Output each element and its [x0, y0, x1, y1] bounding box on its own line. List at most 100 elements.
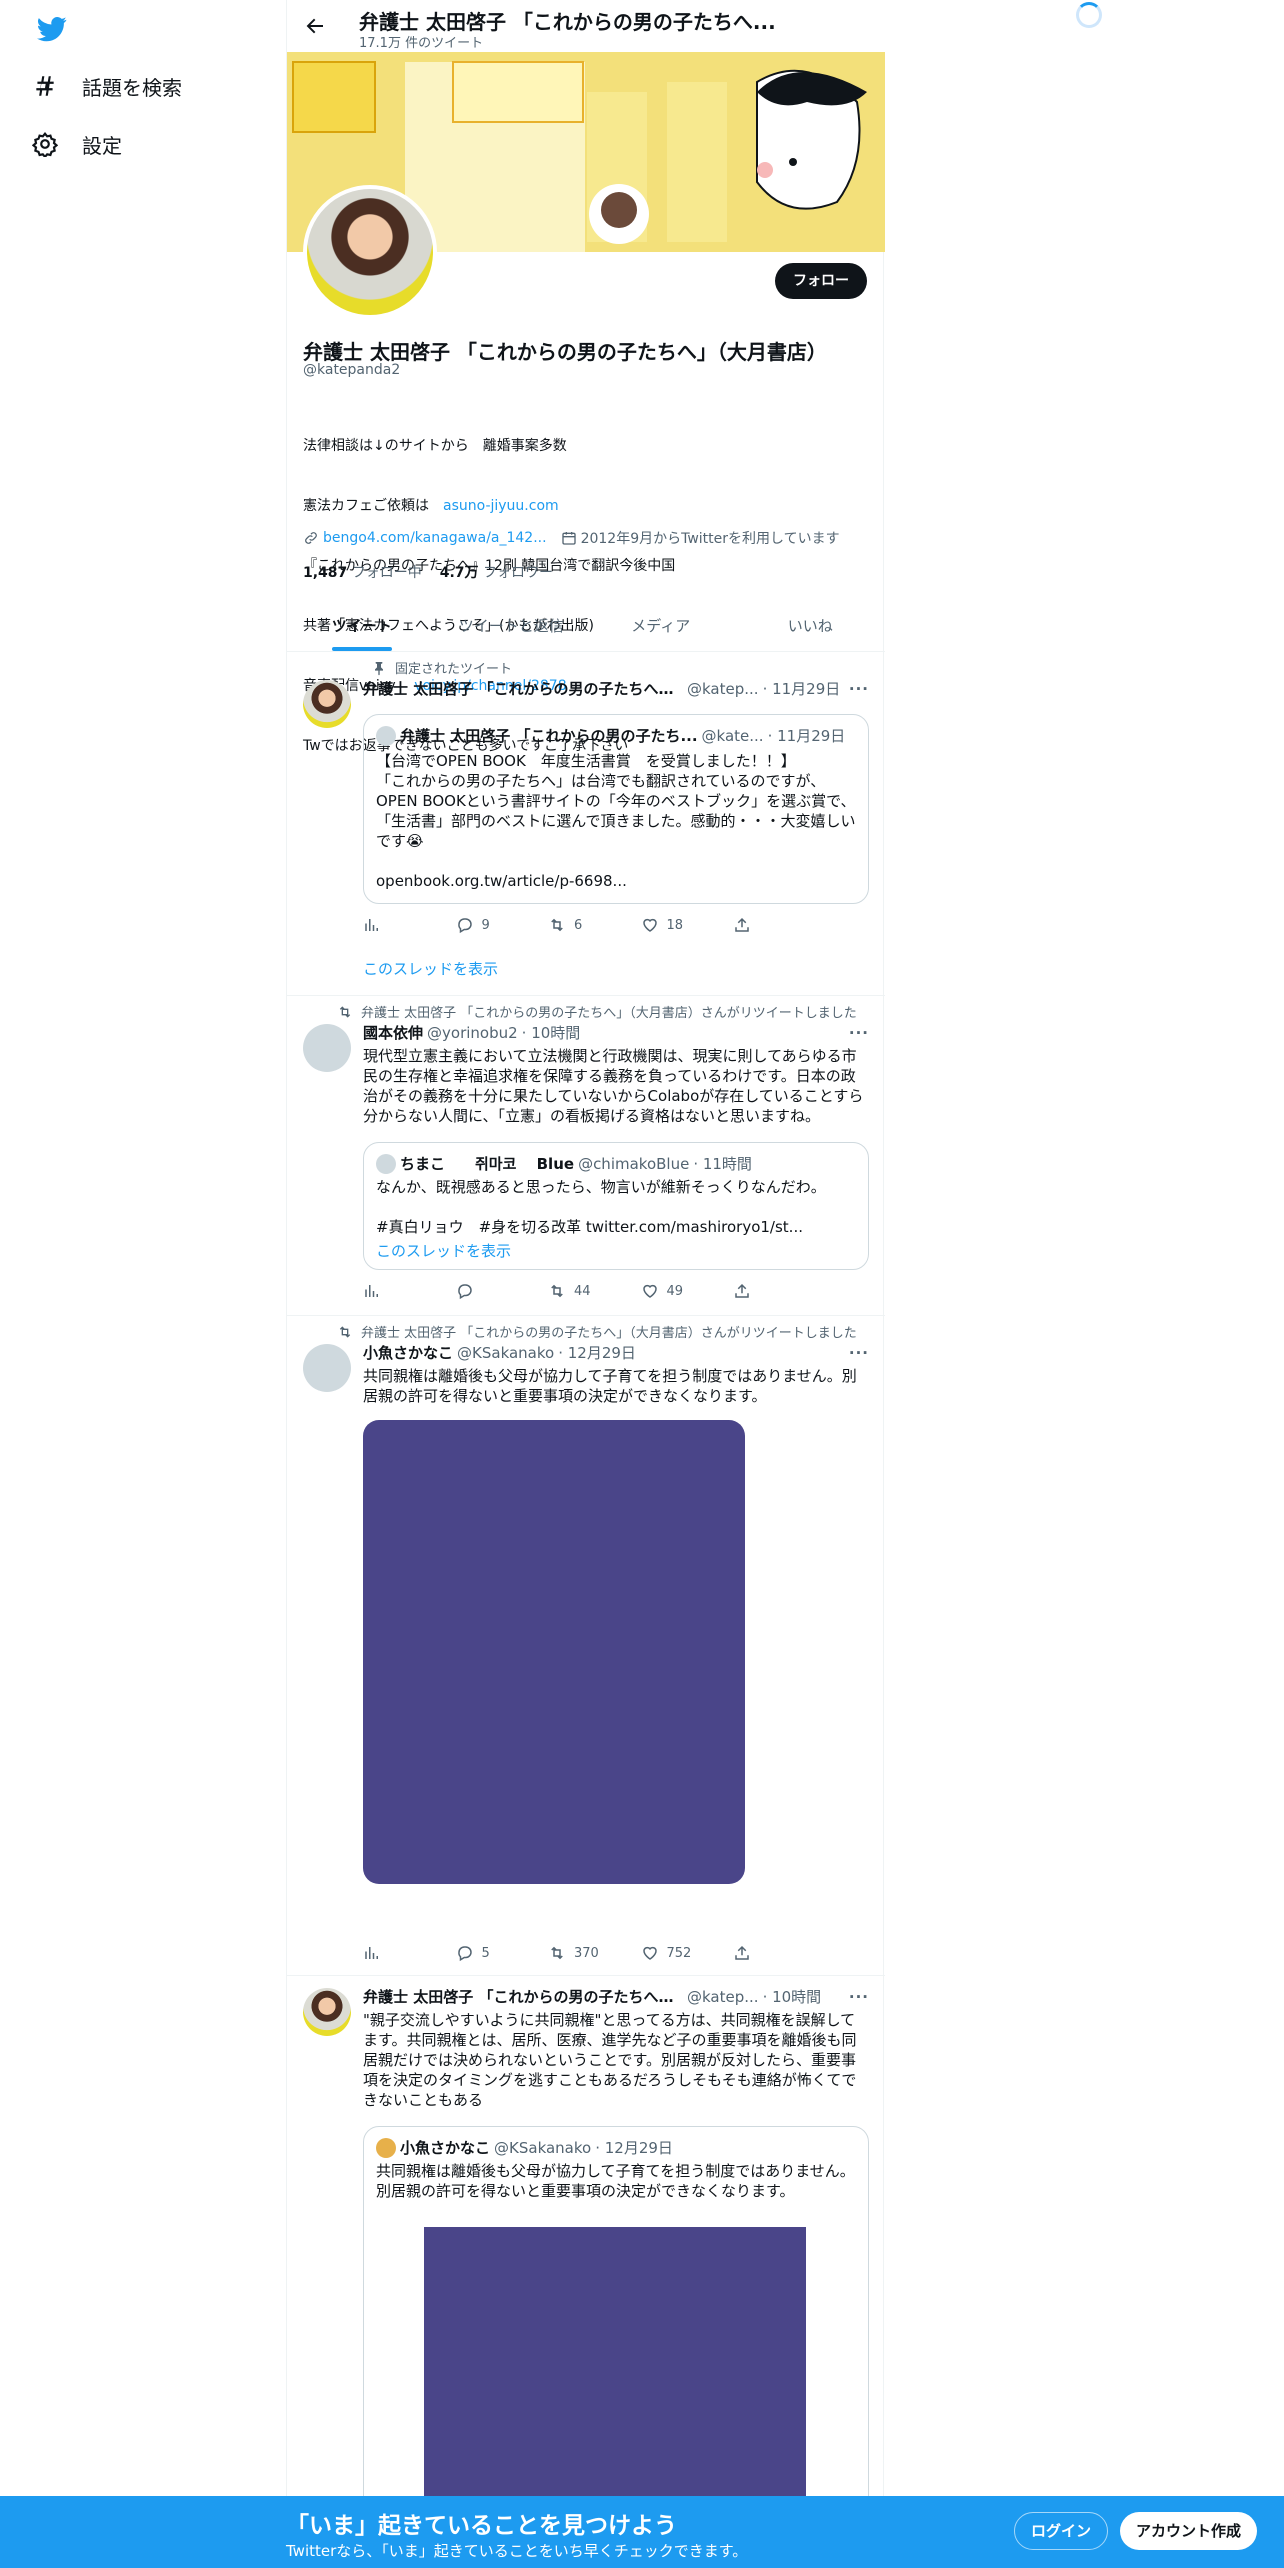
followers-stat[interactable]: 4.7万 フォロワー — [440, 562, 553, 582]
author-handle[interactable]: @katep... — [687, 1988, 759, 2006]
like-button[interactable]: 18 — [641, 916, 701, 934]
retweet-icon — [551, 1946, 563, 1960]
show-thread-link[interactable]: このスレッドを表示 — [363, 958, 498, 979]
share-icon — [735, 1945, 749, 1960]
like-button[interactable]: 49 — [641, 1282, 701, 1300]
share-button[interactable] — [733, 1282, 793, 1300]
avatar[interactable] — [303, 1344, 351, 1392]
tweet-header: 小魚さかなこ @KSakanako · 12月29日 ··· — [363, 1342, 869, 1363]
tweet-time[interactable]: · 10時間 — [763, 1986, 822, 2007]
bio-line: 憲法カフェご依頼は asuno-jiyuu.com — [303, 498, 559, 514]
profile-avatar[interactable] — [303, 185, 437, 319]
author-name[interactable]: 弁護士 太田啓子 「これからの男の子たちへ」... — [363, 678, 683, 699]
tweet-item[interactable]: 弁護士 太田啓子 「これからの男の子たちへ」（大月書店）さんがリツイートしました… — [287, 996, 885, 1316]
nav-settings[interactable]: 設定 — [32, 124, 122, 164]
more-icon[interactable]: ··· — [849, 1988, 869, 2006]
tweet-item[interactable]: 弁護士 太田啓子 「これからの男の子たちへ」... @katep... · 10… — [287, 1976, 885, 2568]
avatar[interactable] — [303, 680, 351, 728]
show-thread-link[interactable]: このスレッドを表示 — [376, 1241, 856, 1261]
calendar-icon — [561, 532, 576, 545]
author-name[interactable]: 小魚さかなこ — [363, 1342, 453, 1363]
bio-line: 法律相談は↓のサイトから 離婚事案多数 — [303, 438, 567, 454]
quote-text: 【台湾でOPEN BOOK 年度生活書賞 を受賞しました！！】 「これからの男の… — [376, 752, 856, 850]
more-icon[interactable]: ··· — [849, 1024, 869, 1042]
gear-icon — [32, 132, 58, 157]
author-handle[interactable]: @KSakanako — [457, 1344, 554, 1362]
author-name[interactable]: 弁護士 太田啓子 「これからの男の子たちへ」... — [363, 1986, 683, 2007]
tweet-time[interactable]: · 10時間 — [522, 1022, 581, 1043]
back-arrow-icon[interactable] — [303, 14, 327, 38]
quote-text: 共同親権は離婚後も父母が協力して子育てを担う制度ではありません。別居親の許可を得… — [376, 2162, 855, 2200]
tab-likes[interactable]: いいね — [736, 600, 886, 651]
login-button[interactable]: ログイン — [1014, 2512, 1109, 2550]
quote-tweet[interactable]: 弁護士 太田啓子 「これからの男の子たち... @kate... · 11月29… — [363, 714, 869, 904]
twitter-logo-icon[interactable] — [34, 14, 70, 44]
retweet-button[interactable]: 370 — [548, 1944, 608, 1962]
analytics-button[interactable] — [363, 1944, 423, 1962]
link-icon — [305, 532, 317, 544]
retweet-icon — [339, 1005, 351, 1018]
tweet-item[interactable]: 固定されたツイート 弁護士 太田啓子 「これからの男の子たちへ」... @kat… — [287, 652, 885, 996]
analytics-button[interactable] — [363, 1282, 423, 1300]
quote-text: なんか、既視感あると思ったら、物言いが維新そっくりなんだわ。 #真白リョウ #身… — [376, 1178, 826, 1236]
analytics-button[interactable] — [363, 916, 423, 934]
banner-subtitle: Twitterなら、「いま」起きていることをいち早くチェックできます。 — [286, 2542, 748, 2560]
nav-explore-label: 話題を検索 — [82, 75, 182, 100]
retweet-button[interactable]: 44 — [548, 1282, 608, 1300]
more-icon[interactable]: ··· — [849, 680, 869, 698]
tab-tweets-replies[interactable]: ツイートと返信 — [437, 600, 587, 651]
loading-spinner-icon — [1076, 2, 1102, 28]
chart-icon — [365, 919, 378, 931]
tweet-media-image[interactable] — [363, 1420, 745, 1884]
pinned-context: 固定されたツイート — [335, 658, 512, 677]
profile-meta: bengo4.com/kanagawa/a_142... 2012年9月からTw… — [303, 528, 840, 548]
profile-joined: 2012年9月からTwitterを利用しています — [561, 528, 840, 548]
quote-link[interactable]: openbook.org.tw/article/p-6698... — [376, 871, 856, 891]
share-button[interactable] — [733, 1944, 793, 1962]
like-button[interactable]: 752 — [641, 1944, 701, 1962]
tab-tweets[interactable]: ツイート — [287, 600, 437, 651]
tweet-item[interactable]: 弁護士 太田啓子 「これからの男の子たちへ」（大月書店）さんがリツイートしました… — [287, 1316, 885, 1976]
tweet-actions: 5 370 752 — [363, 1944, 793, 1962]
retweet-context: 弁護士 太田啓子 「これからの男の子たちへ」（大月書店）さんがリツイートしました — [335, 1322, 857, 1341]
author-handle[interactable]: @yorinobu2 — [427, 1024, 518, 1042]
retweet-icon — [339, 1325, 351, 1338]
tweet-text: 現代型立憲主義において立法機関と行政機関は、現実に則してあらゆる市民の生存権と幸… — [363, 1047, 864, 1125]
avatar — [376, 2137, 396, 2158]
follow-stats: 1,487 フォロー中 4.7万 フォロワー — [303, 562, 553, 582]
signup-banner: 「いま」起きていることを見つけよう Twitterなら、「いま」起きていることを… — [0, 2496, 1284, 2568]
avatar[interactable] — [303, 1024, 351, 1072]
main-column: 弁護士 太田啓子 「これからの男の子たちへ... 17.1万 件のツイート フォ… — [286, 0, 886, 2568]
follow-button[interactable]: フォロー — [775, 263, 867, 299]
tweet-time[interactable]: · 11月29日 — [763, 678, 841, 699]
profile-website[interactable]: bengo4.com/kanagawa/a_142... — [303, 530, 547, 546]
avatar — [376, 1153, 396, 1174]
signup-button[interactable]: アカウント作成 — [1120, 2512, 1258, 2550]
reply-button[interactable]: 5 — [456, 1944, 516, 1962]
following-stat[interactable]: 1,487 フォロー中 — [303, 562, 422, 582]
reply-icon — [457, 1946, 472, 1962]
hashtag-icon — [36, 76, 54, 96]
share-button[interactable] — [733, 916, 793, 934]
author-name[interactable]: 國本依伸 — [363, 1022, 423, 1043]
author-handle[interactable]: @katep... — [687, 680, 759, 698]
bio-link[interactable]: asuno-jiyuu.com — [443, 498, 559, 514]
quote-tweet[interactable]: ちまこ 쥐마코 Blue @chimakoBlue · 11時間 なんか、既視感… — [363, 1142, 869, 1270]
banner-title: 「いま」起きていることを見つけよう — [286, 2513, 677, 2539]
more-icon[interactable]: ··· — [849, 1344, 869, 1362]
tweet-time[interactable]: · 12月29日 — [558, 1342, 636, 1363]
heart-icon — [642, 1284, 657, 1298]
retweet-button[interactable]: 6 — [548, 916, 608, 934]
tweet-header: 弁護士 太田啓子 「これからの男の子たちへ」... @katep... · 10… — [363, 1986, 869, 2007]
quote-header: 小魚さかなこ @KSakanako · 12月29日 — [376, 2137, 856, 2158]
avatar[interactable] — [303, 1988, 351, 2036]
tab-media[interactable]: メディア — [586, 600, 736, 651]
nav-explore[interactable]: 話題を検索 — [32, 66, 182, 106]
reply-icon — [457, 1284, 472, 1300]
profile-name: 弁護士 太田啓子 「これからの男の子たちへ」（大月書店） — [303, 340, 827, 364]
reply-button[interactable] — [456, 1282, 516, 1300]
nav-settings-label: 設定 — [82, 133, 122, 158]
tweet-actions: 9 6 18 — [363, 916, 793, 934]
reply-icon — [457, 918, 472, 934]
reply-button[interactable]: 9 — [456, 916, 516, 934]
